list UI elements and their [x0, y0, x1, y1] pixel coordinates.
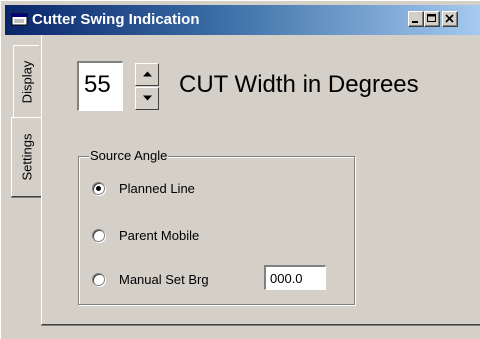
radio-manual-set-brg-label[interactable]: Manual Set Brg: [119, 272, 209, 287]
cut-width-value: 55: [84, 71, 111, 98]
radio-parent-mobile-label[interactable]: Parent Mobile: [119, 228, 199, 243]
tab-settings[interactable]: Settings: [11, 117, 41, 197]
cut-width-spinner: [135, 63, 159, 111]
radio-planned-line-label[interactable]: Planned Line: [119, 181, 195, 196]
source-angle-legend: Source Angle: [89, 148, 169, 163]
close-icon: [445, 14, 454, 23]
close-button[interactable]: [442, 11, 458, 27]
radio-parent-mobile[interactable]: [92, 229, 105, 242]
cutter-swing-window: Cutter Swing Indication Display Settings…: [0, 0, 480, 339]
spin-down-button[interactable]: [135, 87, 159, 110]
cut-width-label: CUT Width in Degrees: [179, 71, 419, 98]
spin-up-button[interactable]: [135, 63, 159, 86]
tab-settings-label: Settings: [19, 133, 34, 181]
manual-bearing-input[interactable]: [264, 265, 326, 290]
radio-manual-set-brg[interactable]: [92, 273, 105, 286]
tab-display[interactable]: Display: [13, 45, 39, 119]
window-title: Cutter Swing Indication: [32, 11, 200, 28]
title-bar[interactable]: Cutter Swing Indication: [5, 5, 480, 35]
spin-up-arrow-icon: [143, 71, 152, 77]
spin-down-arrow-icon: [143, 95, 152, 101]
app-window-icon: [11, 13, 28, 26]
minimize-button[interactable]: [408, 11, 424, 27]
maximize-button[interactable]: [424, 11, 440, 27]
cut-width-input[interactable]: 55: [77, 61, 123, 111]
tab-display-label: Display: [19, 60, 34, 104]
radio-planned-line[interactable]: [92, 182, 105, 195]
maximize-icon: [427, 14, 436, 22]
minimize-icon: [412, 21, 418, 23]
